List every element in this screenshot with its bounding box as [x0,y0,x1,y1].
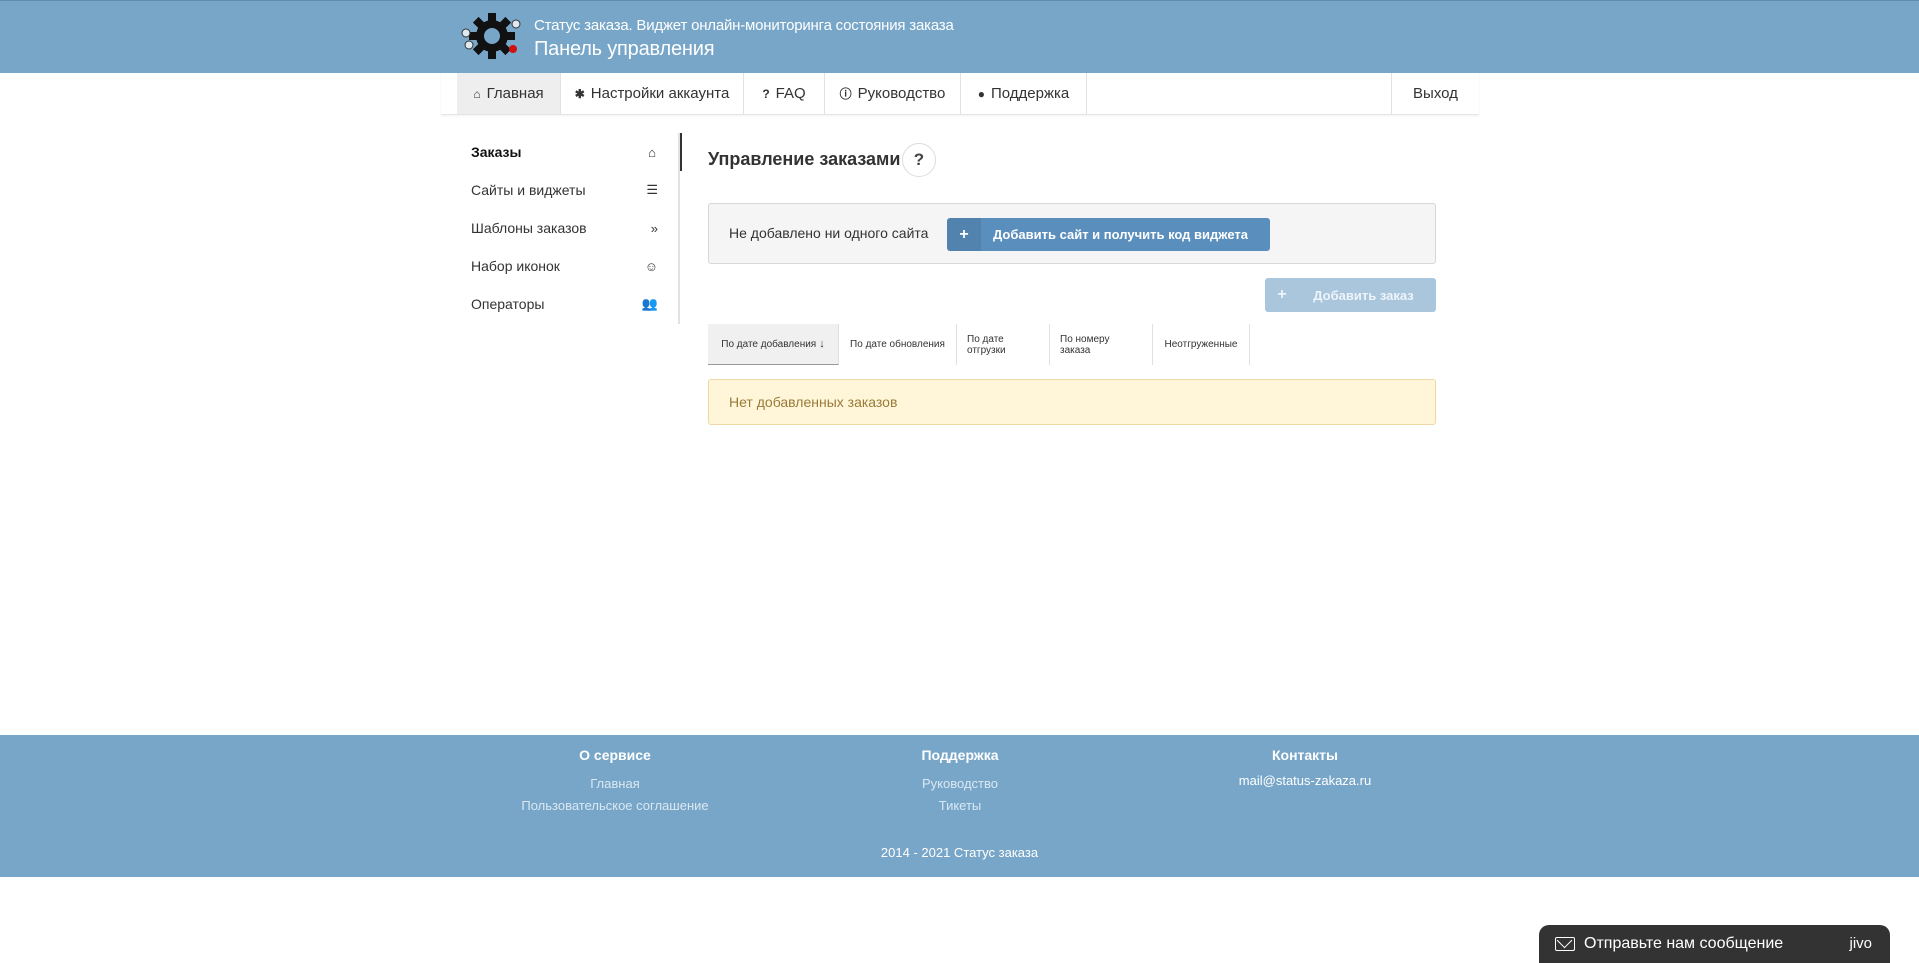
top-nav: ⌂ Главная ✱ Настройки аккаунта ? FAQ ⓘ Р… [441,73,1479,115]
smile-icon: ☺ [644,258,658,274]
tab-not-shipped[interactable]: Неотгруженные [1153,324,1250,365]
nav-item-label: Главная [486,85,544,102]
nav-item-account-settings[interactable]: ✱ Настройки аккаунта [561,73,744,114]
footer-support-heading: Поддержка [921,747,999,763]
tab-sort-by-ship-date[interactable]: По дате отгрузки [957,324,1050,365]
footer-contacts-heading: Контакты [1271,747,1338,763]
footer-link-user-agreement[interactable]: Пользовательское соглашение [465,795,765,817]
logout-link[interactable]: Выход [1391,73,1479,114]
footer: О сервисе Главная Пользовательское согла… [0,735,1919,877]
add-order-button[interactable]: + Добавить заказ [1265,278,1436,312]
users-icon: 👥 [641,296,658,311]
nav-item-support[interactable]: ● Поддержка [961,73,1087,114]
help-button[interactable]: ? [902,143,936,177]
header-subtitle: Статус заказа. Виджет онлайн-мониторинга… [534,17,954,34]
footer-link-home[interactable]: Главная [465,773,765,795]
gear-logo-icon[interactable] [461,11,523,61]
sidebar-item-orders[interactable]: Заказы ⌂ [456,133,682,171]
jivo-brand-label: jivo [1849,935,1872,952]
double-chevron-icon: » [650,220,658,236]
add-site-button[interactable]: + Добавить сайт и получить код виджета [947,218,1270,251]
tab-label: По дате обновления [850,339,945,350]
sidebar-item-label: Сайты и виджеты [471,182,586,198]
sidebar-item-label: Набор иконок [471,258,560,274]
nav-item-label: Руководство [857,85,946,102]
plus-icon: + [1277,286,1287,303]
chat-widget-label: Отправьте нам сообщение [1584,935,1784,952]
tab-label: По номеру заказа [1060,333,1110,356]
footer-support-column: Поддержка Руководство Тикеты [860,747,1060,817]
user-icon: ● [977,86,985,101]
footer-link-guide[interactable]: Руководство [860,773,1060,795]
no-sites-text: Не добавлено ни одного сайта [729,225,929,241]
nav-item-guide[interactable]: ⓘ Руководство [825,73,961,114]
footer-about-column: О сервисе Главная Пользовательское согла… [465,747,765,817]
sidebar-item-label: Операторы [471,296,545,312]
tab-label: По дате добавления [721,338,817,350]
gear-icon: ✱ [574,86,585,101]
tab-label: Неотгруженные [1164,339,1238,350]
nav-item-faq[interactable]: ? FAQ [744,73,825,114]
footer-about-heading: О сервисе [579,747,651,763]
sidebar-item-icons[interactable]: Набор иконок ☺ [456,247,680,285]
sites-panel: Не добавлено ни одного сайта + Добавить … [708,203,1436,264]
sort-down-arrow-icon: ↓ [819,338,825,350]
tab-sort-by-date-added[interactable]: По дате добавления ↓ [708,324,839,365]
sidebar-item-templates[interactable]: Шаблоны заказов » [456,209,680,247]
tab-sort-by-order-number[interactable]: По номеру заказа [1050,324,1153,365]
tab-label: По дате отгрузки [967,333,1006,356]
footer-contacts-column: Контакты mail@status-zakaza.ru [1205,747,1405,788]
sort-tabs: По дате добавления ↓ По дате обновления … [708,324,1250,365]
footer-email-link[interactable]: mail@status-zakaza.ru [1205,773,1405,788]
page-header-title: Панель управления [534,38,715,60]
chat-widget-button[interactable]: Отправьте нам сообщение jivo [1539,925,1890,963]
footer-copyright: 2014 - 2021 Статус заказа [880,845,1039,860]
sidebar-item-label: Шаблоны заказов [471,220,587,236]
sidebar: Заказы ⌂ Сайты и виджеты ☰ Шаблоны заказ… [456,133,682,324]
sidebar-item-operators[interactable]: Операторы 👥 [456,285,680,323]
tab-sort-by-date-updated[interactable]: По дате обновления [839,324,957,365]
question-icon: ? [762,86,770,101]
sidebar-item-label: Заказы [471,144,522,160]
add-site-button-label: Добавить сайт и получить код виджета [993,227,1248,242]
empty-orders-alert: Нет добавленных заказов [708,379,1436,425]
nav-item-label: FAQ [775,85,806,102]
home-icon: ⌂ [648,144,656,160]
footer-link-tickets[interactable]: Тикеты [860,795,1060,817]
nav-item-home[interactable]: ⌂ Главная [457,73,561,114]
home-icon: ⌂ [473,86,481,101]
list-icon: ☰ [646,182,658,197]
nav-item-label: Поддержка [990,85,1070,102]
envelope-icon [1555,937,1575,951]
add-order-button-label: Добавить заказ [1313,287,1414,303]
header-bar: Статус заказа. Виджет онлайн-мониторинга… [0,0,1919,73]
sidebar-item-sites[interactable]: Сайты и виджеты ☰ [456,171,680,209]
plus-icon: + [947,218,981,251]
page-title: Управление заказами [708,149,901,169]
nav-item-label: Настройки аккаунта [590,85,730,102]
info-icon: ⓘ [839,87,852,101]
